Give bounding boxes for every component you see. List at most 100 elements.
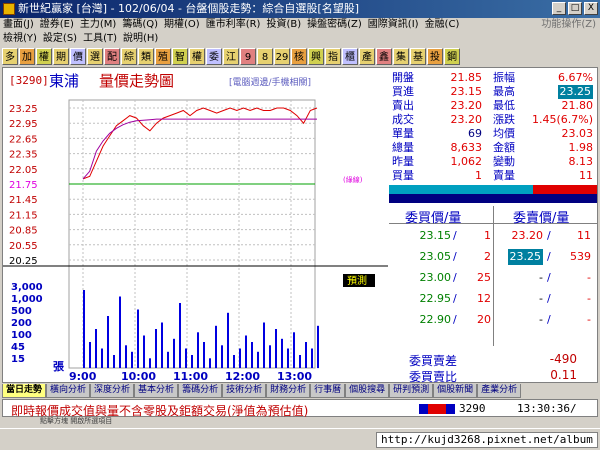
menu-item[interactable]: 檢視(Y): [0, 33, 40, 44]
menu-item[interactable]: 匯市利率(R): [203, 19, 264, 30]
color-swatch: [437, 404, 446, 414]
bid-volume: 20: [477, 313, 491, 326]
toolbar-button[interactable]: 加: [19, 47, 35, 65]
quote-label: 最高: [493, 85, 515, 98]
volume-bar: [221, 345, 223, 369]
toolbar-button[interactable]: 核: [291, 47, 307, 65]
toolbar-button[interactable]: 8: [257, 47, 273, 65]
toolbar-button[interactable]: 殖: [155, 47, 171, 65]
orderbook-row: 22.95/12- / -: [389, 291, 597, 307]
tab-10[interactable]: 個股新聞: [433, 384, 478, 398]
volume-bar: [149, 358, 151, 369]
toolbar-button[interactable]: 綜: [121, 47, 137, 65]
toolbar-button[interactable]: 9: [240, 47, 256, 65]
menu-item[interactable]: 畫面(J): [0, 19, 37, 30]
quote-pane: 開盤 21.85 振幅 6.67% 買進 23.15 最高 23.25 賣出 23.20 最低 21.…: [389, 68, 597, 384]
menu-item[interactable]: 投資(B): [263, 19, 304, 30]
tab-9[interactable]: 研判預測: [389, 384, 434, 398]
toolbar-button[interactable]: 類: [138, 47, 154, 65]
close-button[interactable]: X: [584, 2, 598, 15]
quote-value: 11: [579, 169, 593, 182]
volume-bar: [305, 342, 307, 368]
toolbar-button[interactable]: 權: [36, 47, 52, 65]
tab-0[interactable]: 當日走勢: [2, 384, 47, 398]
function-menu[interactable]: 功能操作(Z): [541, 18, 596, 32]
time-tick-label: 12:00: [225, 370, 260, 383]
maximize-button[interactable]: □: [568, 2, 582, 15]
toolbar-button[interactable]: 鑫: [376, 47, 392, 65]
chart-header: [3290] 東浦 量價走勢圖 [電腦週邊/手機相關]: [3, 70, 388, 90]
time-tick-label: 9:00: [69, 370, 97, 383]
stock-name: 東浦: [49, 72, 80, 90]
toolbar-button[interactable]: 選: [87, 47, 103, 65]
toolbar-button[interactable]: 基: [410, 47, 426, 65]
main-panel: 23.25 22.95 22.65 22.35 22.05 21.75 21.45 21.15…: [2, 67, 598, 384]
volume-tick-label: 500: [11, 306, 32, 317]
menu-item[interactable]: 操盤密碼(Z): [304, 19, 365, 30]
tab-6[interactable]: 財務分析: [266, 384, 311, 398]
toolbar-button[interactable]: 櫃: [342, 47, 358, 65]
menu-item[interactable]: 工具(T): [80, 33, 120, 44]
tab-7[interactable]: 行事曆: [310, 384, 346, 398]
footer-url: http://kujd3268.pixnet.net/album: [376, 432, 598, 448]
color-swatch: [446, 404, 455, 414]
status-bar: 即時報價成交值與量不含零股及鉅額交易(淨值為預估值) 3290 13:30:36…: [2, 399, 598, 418]
tab-1[interactable]: 橫向分析: [46, 384, 91, 398]
tab-8[interactable]: 個股搜尋: [345, 384, 390, 398]
menu-item[interactable]: 設定(S): [40, 33, 80, 44]
toolbar-button[interactable]: 29: [274, 47, 290, 65]
toolbar-button[interactable]: 多: [2, 47, 18, 65]
toolbar-button[interactable]: 鋼: [444, 47, 460, 65]
menu-bar-secondary: 檢視(Y) 設定(S) 工具(T) 說明(H): [0, 32, 600, 46]
toolbar-button[interactable]: 配: [104, 47, 120, 65]
menu-item[interactable]: 金融(C): [422, 19, 463, 30]
volume-bar: [113, 355, 115, 368]
analysis-tabs: 當日走勢 橫向分析 深度分析 基本分析 籌碼分析 技術分析 財務分析 行事曆 個股搜尋 研判預測個…: [2, 384, 598, 398]
menu-item[interactable]: 國際資訊(I): [365, 19, 422, 30]
toolbar-button[interactable]: 產: [359, 47, 375, 65]
sell-header: 委賣價/量: [513, 211, 570, 226]
menu-item[interactable]: 期權(O): [161, 19, 203, 30]
reference-label: (綠線): [343, 175, 363, 184]
volume-bar: [275, 329, 277, 368]
plot-frame: [68, 99, 316, 369]
volume-bar: [179, 303, 181, 368]
toolbar-button[interactable]: 委: [206, 47, 222, 65]
toolbar-button[interactable]: 智: [172, 47, 188, 65]
predict-label[interactable]: 預測: [347, 274, 367, 287]
volume-tick-label: 1,000: [11, 294, 43, 305]
menu-item[interactable]: 說明(H): [120, 33, 161, 44]
bid-price: 22.95: [419, 292, 452, 305]
volume-bar: [167, 351, 169, 369]
quote-row: 總量 8,633 金額 1.98: [389, 141, 597, 155]
volume-bar: [173, 338, 175, 369]
volume-bar: [215, 325, 217, 369]
toolbar-button[interactable]: 指: [325, 47, 341, 65]
toolbar-button[interactable]: 興: [308, 47, 324, 65]
toolbar-button[interactable]: 期: [53, 47, 69, 65]
volume-bar: [155, 329, 157, 368]
toolbar-button[interactable]: 集: [393, 47, 409, 65]
quote-label: 最低: [493, 99, 515, 112]
menu-item[interactable]: 證券(E): [37, 19, 77, 30]
tab-2[interactable]: 深度分析: [90, 384, 135, 398]
tab-4[interactable]: 籌碼分析: [178, 384, 223, 398]
status-stock-code[interactable]: 3290: [459, 402, 486, 415]
tab-5[interactable]: 技術分析: [222, 384, 267, 398]
volume-bar: [101, 348, 103, 368]
tab-3[interactable]: 基本分析: [134, 384, 179, 398]
ask-volume: -: [587, 271, 591, 284]
minimize-button[interactable]: _: [552, 2, 566, 15]
menu-item[interactable]: 籌碼(Q): [119, 19, 161, 30]
toolbar-button[interactable]: 投: [427, 47, 443, 65]
volume-bar: [263, 322, 265, 368]
toolbar-button[interactable]: 價: [70, 47, 86, 65]
toolbar-button[interactable]: 江: [223, 47, 239, 65]
bid-volume: 25: [477, 271, 491, 284]
average-line: [82, 118, 317, 180]
toolbar-button[interactable]: 權: [189, 47, 205, 65]
app-icon: [3, 3, 15, 15]
bar-segment: [389, 194, 597, 203]
menu-item[interactable]: 主力(M): [77, 19, 119, 30]
tab-11[interactable]: 產業分析: [477, 384, 522, 398]
